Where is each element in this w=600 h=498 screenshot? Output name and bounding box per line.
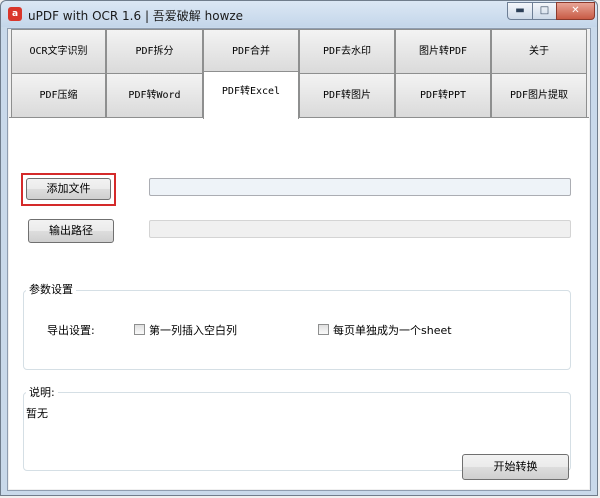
output-path-button[interactable]: 输出路径 [28, 219, 114, 243]
tab-pdf-to-excel[interactable]: PDF转Excel [203, 71, 299, 119]
tab-pdf-compress[interactable]: PDF压缩 [11, 73, 106, 117]
maximize-button[interactable]: □ [532, 2, 557, 20]
tab-pdf-to-ppt[interactable]: PDF转PPT [395, 73, 491, 117]
insert-blank-column-label[interactable]: 第一列插入空白列 [149, 322, 237, 338]
tab-pdf-to-word[interactable]: PDF转Word [106, 73, 203, 117]
notes-text: 暂无 [26, 407, 48, 420]
window-title: uPDF with OCR 1.6 | 吾爱破解 howze [28, 9, 244, 23]
params-groupbox [23, 290, 571, 370]
params-group-title: 参数设置 [26, 281, 76, 297]
tab-ocr[interactable]: OCR文字识别 [11, 29, 106, 73]
tab-panel-pdf-to-excel: 添加文件 输出路径 参数设置 导出设置: 第一列插入空白列 每页单独成为一个sh… [9, 117, 589, 489]
start-convert-button[interactable]: 开始转换 [462, 454, 569, 480]
tab-pdf-image-extract[interactable]: PDF图片提取 [491, 73, 587, 117]
title-bar[interactable]: a uPDF with OCR 1.6 | 吾爱破解 howze ▬ □ ✕ [1, 1, 597, 27]
add-file-path-field[interactable] [149, 178, 571, 196]
close-button[interactable]: ✕ [556, 2, 595, 20]
tab-image-to-pdf[interactable]: 图片转PDF [395, 29, 491, 73]
tab-pdf-watermark[interactable]: PDF去水印 [299, 29, 395, 73]
client-area: OCR文字识别 PDF拆分 PDF合并 PDF去水印 图片转PDF 关于 PDF… [7, 28, 591, 491]
sheet-per-page-label[interactable]: 每页单独成为一个sheet [333, 322, 452, 338]
tab-pdf-merge[interactable]: PDF合并 [203, 29, 299, 73]
tab-about[interactable]: 关于 [491, 29, 587, 73]
sheet-per-page-checkbox[interactable] [318, 324, 329, 335]
export-settings-label: 导出设置: [47, 324, 95, 337]
minimize-icon: ▬ [515, 5, 525, 16]
tab-pdf-split[interactable]: PDF拆分 [106, 29, 203, 73]
maximize-icon: □ [539, 5, 550, 16]
app-logo-icon: a [8, 7, 22, 21]
close-icon: ✕ [571, 5, 580, 16]
add-file-button[interactable]: 添加文件 [26, 178, 111, 200]
notes-group-title: 说明: [26, 384, 58, 400]
minimize-button[interactable]: ▬ [507, 2, 533, 20]
app-window: a uPDF with OCR 1.6 | 吾爱破解 howze ▬ □ ✕ O… [0, 0, 598, 496]
insert-blank-column-checkbox[interactable] [134, 324, 145, 335]
tab-pdf-to-image[interactable]: PDF转图片 [299, 73, 395, 117]
output-path-field[interactable] [149, 220, 571, 238]
